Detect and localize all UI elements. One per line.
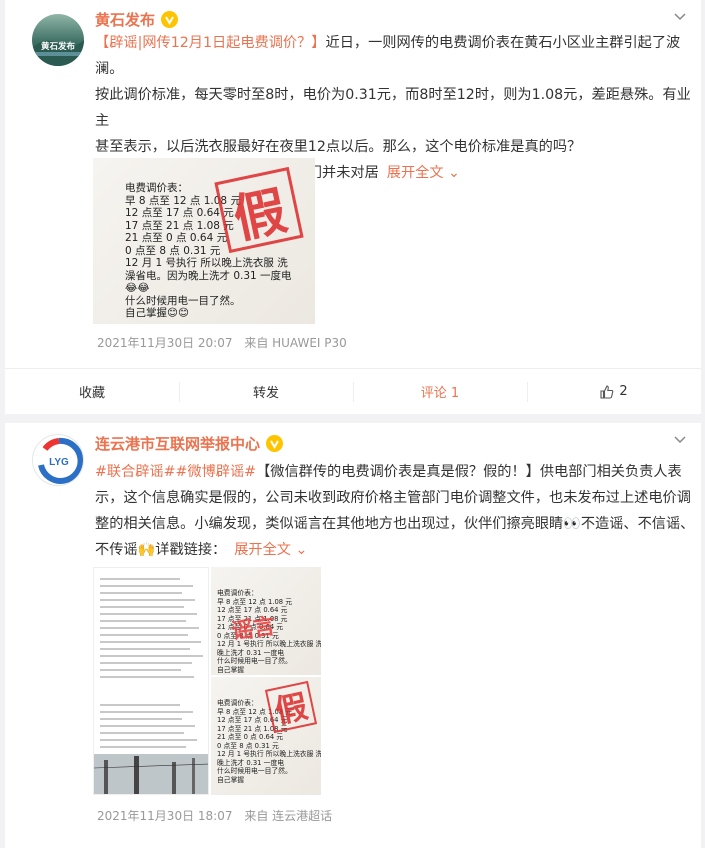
- document-line: [100, 732, 184, 734]
- author-name[interactable]: 黄石发布: [95, 9, 155, 30]
- emoji-icon: 🙌: [137, 542, 156, 558]
- text-line: 【微信群传的电费调价表是真是假？假的！】供电部门相关负责人表: [256, 464, 682, 480]
- chevron-down-icon[interactable]: [673, 433, 687, 447]
- weibo-post-1: 黄石发布 黄石发布 【辟谣|网传12月1日起电费调价？】近日，一则网传的电费调价…: [5, 0, 701, 414]
- document-line: [100, 578, 180, 580]
- expand-full-text-link[interactable]: 展开全文 ⌄: [387, 165, 460, 181]
- note-line: 晚上洗才 0.31 一度电: [217, 648, 285, 657]
- author-name[interactable]: 连云港市互联网举报中心: [95, 433, 260, 454]
- document-line: [100, 676, 194, 678]
- lyg-logo-icon: LYG: [38, 437, 83, 484]
- hashtag-link[interactable]: #微博辟谣#: [176, 464, 257, 480]
- forward-button[interactable]: 转发: [179, 369, 353, 414]
- post-image-article[interactable]: [93, 567, 209, 795]
- note-line: 21 点至 0 点 0.64 元: [217, 733, 284, 741]
- like-button[interactable]: 2: [527, 369, 701, 414]
- document-line: [100, 662, 192, 664]
- hashtag-link[interactable]: #联合辟谣#: [95, 464, 176, 480]
- author-name-row: 黄石发布: [95, 9, 179, 30]
- post-image[interactable]: 电费调价表：早 8 点至 12 点 1.08 元 12 点至 17 点 0.64 …: [93, 158, 315, 324]
- svg-text:LYG: LYG: [49, 457, 69, 468]
- document-line: [100, 641, 201, 643]
- avatar-label: 黄石发布: [40, 42, 75, 52]
- document-line: [100, 620, 186, 622]
- author-name-row: 连云港市互联网举报中心: [95, 433, 284, 454]
- text-line: 甚至表示，以后洗衣服最好在夜里12点以后。那么，这个电价标准是真的吗？: [95, 139, 582, 155]
- note-line: 澡省电。因为晚上洗才 0.31 一度电: [125, 269, 292, 282]
- note-line: 电费调价表：: [217, 589, 258, 597]
- comment-button[interactable]: 评论 1: [353, 369, 527, 414]
- document-line: [100, 711, 193, 713]
- note-line: 晚上洗才 0.31 一度电: [217, 758, 285, 767]
- street-photo-icon: [94, 754, 208, 794]
- document-line: [100, 648, 190, 650]
- thumbs-up-icon: [600, 384, 614, 399]
- document-line: [100, 718, 182, 720]
- document-line: [100, 585, 193, 587]
- text-line: 澜。: [95, 61, 124, 77]
- note-line: 12 月 1 号执行 所以晚上洗衣服 洗: [125, 257, 288, 269]
- note-line: 😂😂: [125, 282, 150, 294]
- author-avatar[interactable]: 黄石发布: [32, 14, 84, 66]
- document-line: [100, 592, 182, 594]
- text-line: 不传谣: [95, 542, 138, 558]
- verified-badge-icon: [161, 11, 179, 28]
- note-line: 早 8 点至 12 点 1.08 元: [217, 597, 293, 606]
- expand-full-text-link[interactable]: 展开全文 ⌄: [234, 542, 307, 558]
- note-line: 什么时候用电一目了然。: [217, 657, 292, 665]
- post-image-note[interactable]: 电费调价表：早 8 点至 12 点 1.08 元 12 点至 17 点 0.64 …: [211, 677, 321, 795]
- note-line: 什么时候用电一目了然。: [217, 767, 292, 775]
- document-line: [100, 655, 203, 657]
- text-line: 整的相关信息。小编发现，类似谣言在其他地方也出现过，伙伴们擦亮眼睛👀不造谣、不信…: [95, 516, 695, 532]
- like-count: 2: [619, 384, 628, 399]
- note-line: 自己掌握: [217, 665, 245, 674]
- favorite-button[interactable]: 收藏: [5, 369, 179, 414]
- fake-stamp: 假: [264, 680, 318, 734]
- post-source: 来自 连云港超话: [244, 809, 333, 823]
- fake-stamp: 假: [214, 166, 304, 254]
- verified-badge-icon: [266, 435, 284, 452]
- document-line: [100, 627, 199, 629]
- post-meta: 2021年11月30日 18:07 来自 连云港超话: [97, 807, 340, 824]
- post-image-note[interactable]: 电费调价表：早 8 点至 12 点 1.08 元 12 点至 17 点 0.64 …: [211, 567, 321, 675]
- document-line: [100, 704, 180, 706]
- post-meta: 2021年11月30日 20:07 来自 HUAWEI P30: [97, 334, 355, 351]
- document-line: [100, 606, 184, 608]
- weibo-post-2: LYG 连云港市互联网举报中心 #联合辟谣##微博辟谣#【微信群传的电费调价表是…: [5, 423, 701, 848]
- text-line: 详戳链接：: [155, 542, 227, 558]
- document-line: [100, 746, 186, 748]
- chevron-down-icon[interactable]: [673, 10, 687, 24]
- note-line: 自己掌握: [217, 775, 245, 784]
- rumor-stamp: 谣言: [229, 614, 277, 645]
- title-tag[interactable]: 【辟谣|网传12月1日起电费调价？】: [95, 35, 326, 51]
- document-line: [100, 669, 181, 671]
- text-line: 按此调价标准，每天零时至8时，电价为0.31元，而8时至12时，则为1.08元，…: [95, 87, 691, 129]
- document-line: [100, 739, 197, 741]
- post-source: 来自 HUAWEI P30: [244, 336, 347, 350]
- document-line: [100, 634, 188, 636]
- post-text: #联合辟谣##微博辟谣#【微信群传的电费调价表是真是假？假的！】供电部门相关负责…: [95, 459, 695, 563]
- note-line: 12 月 1 号执行 所以晚上洗衣服 洗澡省电。因为: [217, 750, 321, 758]
- document-line: [100, 725, 195, 727]
- document-line: [100, 599, 195, 601]
- action-bar: 收藏 转发 评论 1 2: [5, 368, 701, 414]
- post-date[interactable]: 2021年11月30日 20:07: [97, 336, 232, 350]
- post-date[interactable]: 2021年11月30日 18:07: [97, 809, 232, 823]
- note-line: 0 点至 8 点 0.31 元: [217, 741, 279, 750]
- text-line: 近日，一则网传的电费调价表在黄石小区业主群引起了波: [325, 35, 681, 51]
- text-line: 示，这个信息确实是假的，公司未收到政府价格主管部门电价调整文件，也未发布过上述电…: [95, 490, 691, 506]
- note-line: 什么时候用电一目了然。: [125, 294, 241, 307]
- author-avatar[interactable]: LYG: [32, 434, 84, 486]
- note-line: 自己掌握😊😊: [125, 307, 189, 319]
- document-line: [100, 613, 197, 615]
